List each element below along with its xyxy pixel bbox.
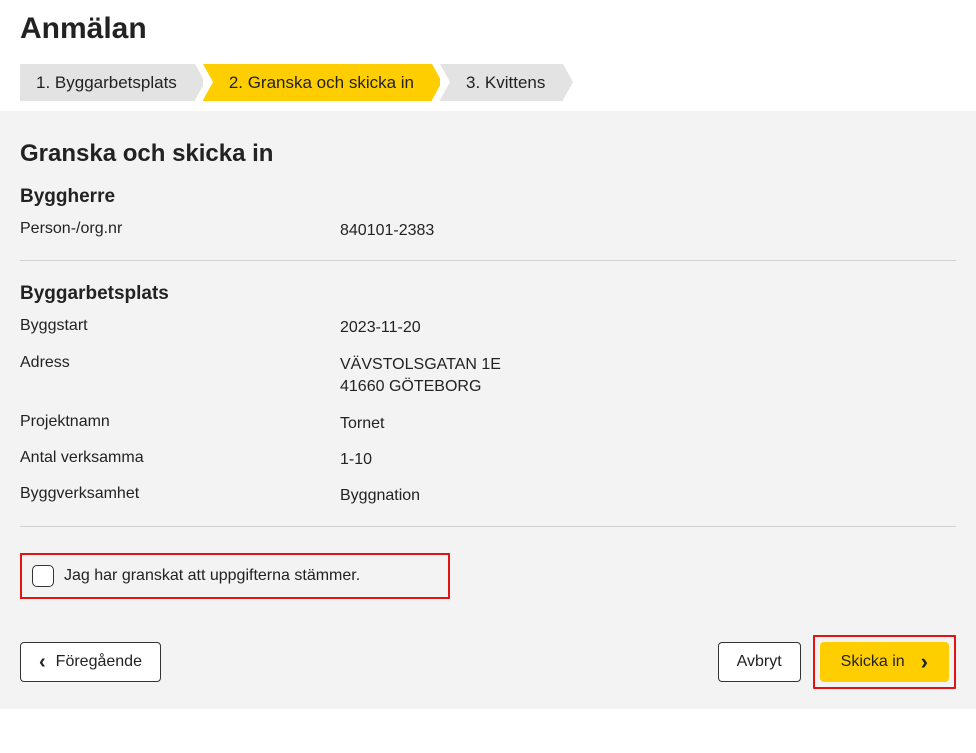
cancel-button[interactable]: Avbryt bbox=[718, 642, 801, 682]
button-row: Föregående Avbryt Skicka in bbox=[20, 635, 956, 689]
submit-highlight-box: Skicka in bbox=[813, 635, 956, 689]
prev-button[interactable]: Föregående bbox=[20, 642, 161, 682]
label-adress: Adress bbox=[20, 354, 340, 399]
submit-button-label: Skicka in bbox=[841, 653, 905, 671]
row-verksamhet: Byggverksamhet Byggnation bbox=[20, 485, 956, 507]
step-3: 3. Kvittens bbox=[440, 64, 563, 101]
stepper: 1. Byggarbetsplats 2. Granska och skicka… bbox=[0, 64, 976, 111]
content-heading: Granska och skicka in bbox=[20, 140, 956, 168]
confirm-checkbox[interactable] bbox=[32, 565, 54, 587]
value-projektnamn: Tornet bbox=[340, 413, 384, 435]
row-projektnamn: Projektnamn Tornet bbox=[20, 413, 956, 435]
label-byggstart: Byggstart bbox=[20, 317, 340, 339]
value-verksamhet: Byggnation bbox=[340, 485, 420, 507]
label-antal: Antal verksamma bbox=[20, 449, 340, 471]
submit-button[interactable]: Skicka in bbox=[820, 642, 949, 682]
label-persorg: Person-/org.nr bbox=[20, 220, 340, 242]
prev-button-label: Föregående bbox=[56, 653, 142, 671]
step-1[interactable]: 1. Byggarbetsplats bbox=[20, 64, 195, 101]
confirm-label: Jag har granskat att uppgifterna stämmer… bbox=[64, 567, 360, 585]
right-button-group: Avbryt Skicka in bbox=[718, 635, 956, 689]
value-persorg: 840101-2383 bbox=[340, 220, 434, 242]
value-byggstart: 2023-11-20 bbox=[340, 317, 421, 339]
page-title: Anmälan bbox=[0, 0, 976, 64]
content-panel: Granska och skicka in Byggherre Person-/… bbox=[0, 111, 976, 709]
section-byggherre-title: Byggherre bbox=[20, 186, 956, 208]
row-byggstart: Byggstart 2023-11-20 bbox=[20, 317, 956, 339]
section-byggarbetsplats-title: Byggarbetsplats bbox=[20, 283, 956, 305]
row-persorg: Person-/org.nr 840101-2383 bbox=[20, 220, 956, 242]
divider-1 bbox=[20, 260, 956, 261]
row-adress: Adress VÄVSTOLSGATAN 1E 41660 GÖTEBORG bbox=[20, 354, 956, 399]
value-adress: VÄVSTOLSGATAN 1E 41660 GÖTEBORG bbox=[340, 354, 501, 399]
label-projektnamn: Projektnamn bbox=[20, 413, 340, 435]
label-verksamhet: Byggverksamhet bbox=[20, 485, 340, 507]
value-antal: 1-10 bbox=[340, 449, 372, 471]
step-2[interactable]: 2. Granska och skicka in bbox=[203, 64, 432, 101]
confirm-box[interactable]: Jag har granskat att uppgifterna stämmer… bbox=[20, 553, 450, 599]
divider-2 bbox=[20, 526, 956, 527]
row-antal: Antal verksamma 1-10 bbox=[20, 449, 956, 471]
